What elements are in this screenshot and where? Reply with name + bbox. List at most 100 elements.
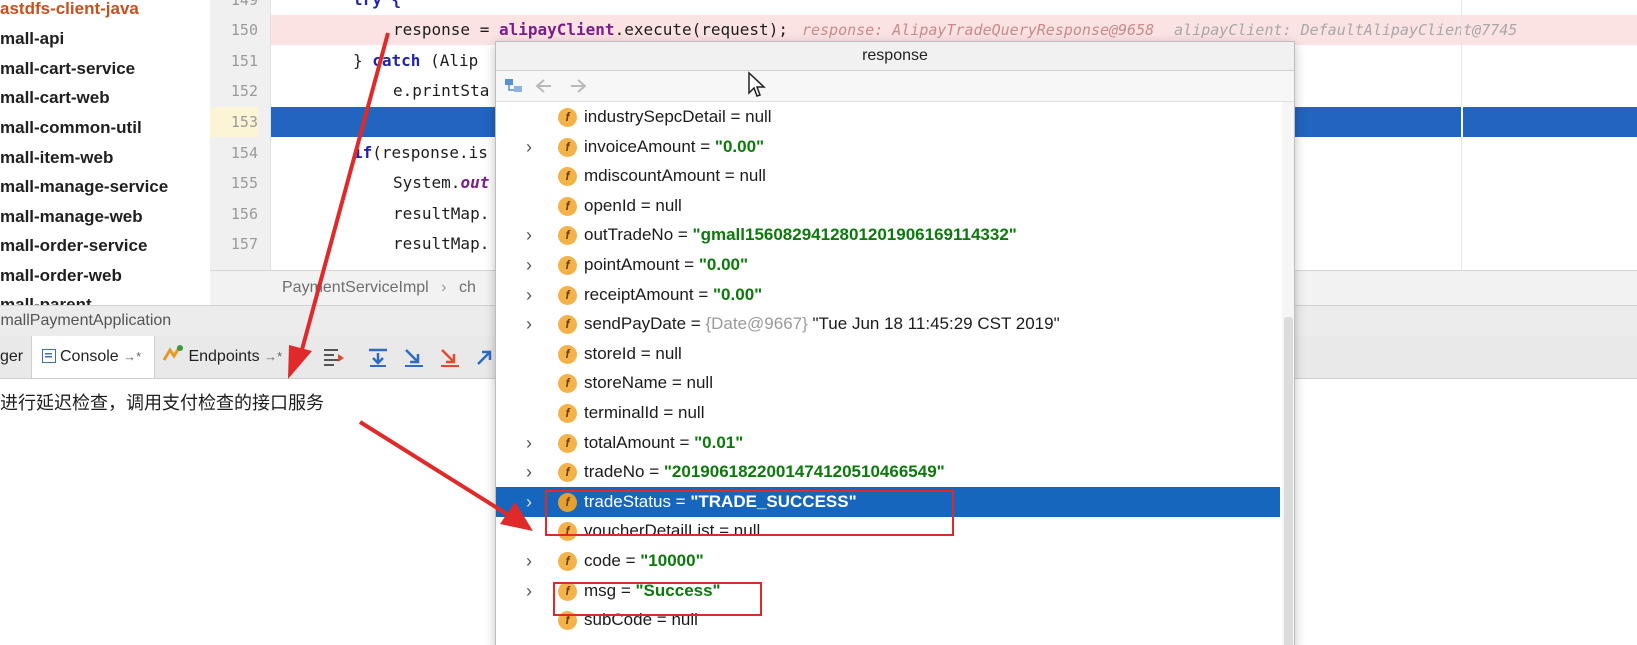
variable-text: mdiscountAmount = null [584,161,766,191]
tree-item[interactable]: mall-cart-web [0,86,110,110]
expand-chevron-icon[interactable]: › [526,309,542,339]
variable-inspector-popup[interactable]: response f industrySepcDetail = null › f inv… [495,41,1295,645]
line-number: 150 [230,21,258,39]
expand-chevron-icon[interactable]: › [526,132,542,162]
field-icon: f [558,374,577,394]
variable-row[interactable]: f openId = null [496,191,1280,221]
expand-chevron-icon[interactable]: › [526,428,542,458]
tree-item[interactable]: mall-manage-service [0,175,168,199]
expand-chevron-icon[interactable]: › [526,546,542,576]
show-execution-point-icon[interactable] [322,346,346,368]
field-icon: f [558,108,577,127]
tree-item[interactable]: mall-common-util [0,116,142,140]
variable-value: "0.00" [713,284,763,304]
variable-row[interactable]: › f totalAmount = "0.01" [496,428,1280,458]
variable-row[interactable]: f voucherDetailList = null [496,516,1280,546]
tab-console[interactable]: Console →* [31,336,155,378]
equals-sign: = [667,373,687,393]
line-number: 152 [230,82,258,100]
expand-chevron-icon[interactable]: › [526,457,542,487]
variable-name: mdiscountAmount [584,166,721,186]
breadcrumb-item[interactable]: PaymentServiceImpl [282,279,429,296]
tree-item[interactable]: mall-api [0,27,64,51]
field-icon: f [558,256,577,275]
right-margin-guide [1461,107,1463,137]
variable-row[interactable]: f mdiscountAmount = null [496,161,1280,191]
expand-chevron-icon[interactable]: › [526,576,542,606]
tree-structure-icon[interactable] [504,77,524,95]
tree-item[interactable]: mall-item-web [0,146,113,170]
variable-text: totalAmount = "0.01" [584,428,743,458]
field-icon: f [558,522,577,542]
tab-debugger[interactable]: ger [0,336,30,378]
breadcrumb-item[interactable]: ch [459,279,476,296]
variable-name: terminalId [584,403,659,422]
tree-item[interactable]: mall-cart-service [0,57,135,81]
variable-row[interactable]: › f tradeNo = "201906182200147412051046654… [496,457,1280,487]
forward-arrow-icon[interactable] [568,77,588,95]
variable-row[interactable]: f industrySepcDetail = null [496,102,1280,132]
field-icon: f [558,433,577,453]
tab-endpoints[interactable]: Endpoints →* [158,336,296,378]
tree-item[interactable]: astdfs-client-java [0,0,139,21]
variable-text: storeName = null [584,368,713,398]
step-over-icon[interactable] [366,346,390,368]
variable-row[interactable]: › f outTradeNo = "gmall1560829412801201906… [496,220,1280,250]
variable-name: totalAmount [584,432,675,452]
code-token: (Alip [420,51,479,70]
tree-item[interactable]: mall-parent [0,293,92,305]
code-token: .execute(request); [614,20,788,39]
variable-row[interactable]: › f tradeStatus = "TRADE_SUCCESS" [496,486,1280,517]
variable-row[interactable]: › f msg = "Success" [496,576,1280,606]
variable-text: receiptAmount = "0.00" [584,280,762,310]
variable-value: null [686,373,713,393]
expand-chevron-icon[interactable]: › [526,487,542,517]
variable-tree[interactable]: f industrySepcDetail = null › f invoiceAmoun… [496,102,1280,645]
variable-row[interactable]: › f code = "10000" [496,546,1280,576]
popup-scrollbar[interactable] [1282,102,1294,645]
equals-sign: = [670,491,691,511]
equals-sign: = [725,107,746,126]
expand-chevron-icon[interactable]: › [526,280,542,310]
field-icon: f [558,344,577,364]
variable-text: tradeNo = "2019061822001474120510466549" [584,457,945,487]
variable-name: storeName [584,373,668,393]
field-icon: f [558,463,577,483]
variable-row[interactable]: f subCode = null [496,605,1280,635]
variable-text: openId = null [584,191,682,221]
tree-item[interactable]: mall-order-web [0,264,122,288]
variable-row[interactable]: f storeId = null [496,339,1280,369]
variable-row[interactable]: › f sendPayDate = {Date@9667} "Tue Jun 18 … [496,309,1280,339]
variable-row[interactable]: › f pointAmount = "0.00" [496,250,1280,280]
variable-name: code [584,551,621,570]
equals-sign: = [644,462,664,482]
variable-row[interactable]: › f invoiceAmount = "0.00" [496,132,1280,162]
equals-sign: = [674,432,695,452]
variable-name: openId [584,195,636,215]
line-number: 151 [230,52,258,70]
expand-chevron-icon[interactable]: › [526,220,542,250]
equals-sign: = [686,314,706,334]
expand-chevron-icon[interactable]: › [526,250,542,280]
variable-name: tradeNo [584,462,645,482]
code-token: resultMap. [393,204,490,223]
breadcrumb[interactable]: PaymentServiceImpl › ch [282,279,476,297]
equals-sign: = [695,136,715,156]
equals-sign: = [635,343,656,363]
variable-row[interactable]: f storeName = null [496,368,1280,398]
variable-row[interactable]: › f receiptAmount = "0.00" [496,280,1280,310]
tree-item[interactable]: mall-order-service [0,234,147,258]
variable-row[interactable]: f terminalId = null [496,398,1280,428]
force-step-into-icon[interactable] [438,346,462,368]
line-number: 155 [230,174,258,192]
line-number-current: 153 [210,107,258,137]
equals-sign: = [714,521,734,541]
code-token: } [353,51,373,70]
scroll-thumb[interactable] [1284,317,1293,645]
equals-sign: = [658,403,679,422]
step-into-icon[interactable] [402,346,426,368]
tree-item[interactable]: mall-manage-web [0,205,143,229]
field-icon: f [558,167,577,187]
back-arrow-icon[interactable] [534,77,554,95]
variable-text: sendPayDate = {Date@9667} "Tue Jun 18 11… [584,309,1060,339]
